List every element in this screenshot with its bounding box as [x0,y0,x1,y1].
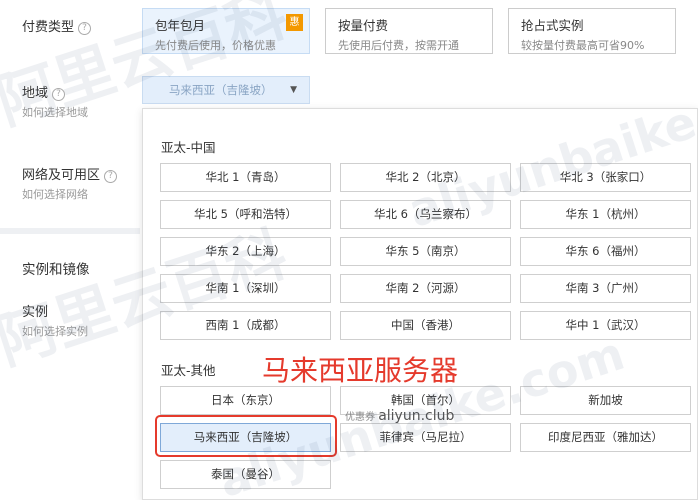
region-option[interactable]: 泰国（曼谷） [160,460,331,489]
promo-watermark: 优惠券 aliyun.club [345,408,454,424]
form-panel-bottom: 实例和镜像 实例 如何选择实例 [0,234,140,500]
discount-badge: 惠 [286,14,303,31]
region-option[interactable]: 华东 6（福州） [520,237,691,266]
region-option[interactable]: 华北 6（乌兰察布） [340,200,511,229]
region-option[interactable]: 华东 1（杭州） [520,200,691,229]
region-select-value: 马来西亚（吉隆坡） [169,83,273,97]
region-option[interactable]: 华北 1（青岛） [160,163,331,192]
promo-site: aliyun.club [378,408,455,424]
region-option[interactable]: 华南 3（广州） [520,274,691,303]
billing-option-desc: 先使用后付费，按需开通 [338,39,459,52]
region-option[interactable]: 华北 5（呼和浩特） [160,200,331,229]
region-option[interactable]: 华南 2（河源） [340,274,511,303]
help-icon[interactable]: ? [78,22,92,35]
group-title-china: 亚太-中国 [161,140,216,155]
help-icon[interactable]: ? [52,88,66,101]
region-option[interactable]: 华北 2（北京） [340,163,511,192]
region-option[interactable]: 印度尼西亚（雅加达） [520,423,691,452]
billing-option-preemptible[interactable]: 抢占式实例 较按量付费最高可省90% [508,8,676,54]
region-option[interactable]: 华中 1（武汉） [520,311,691,340]
region-option[interactable]: 华东 2（上海） [160,237,331,266]
region-select[interactable]: 马来西亚（吉隆坡） ▼ [142,76,310,104]
network-help-link[interactable]: 如何选择网络 [22,186,88,202]
region-option[interactable]: 华东 5（南京） [340,237,511,266]
region-option[interactable]: 日本（东京） [160,386,331,415]
group-title-other: 亚太-其他 [161,363,216,378]
billing-option-subscription[interactable]: 包年包月 先付费后使用，价格优惠 惠 [142,8,310,54]
selected-region-highlight [155,415,337,457]
region-option[interactable]: 西南 1（成都） [160,311,331,340]
region-label: 地域? [22,82,66,101]
caret-down-icon: ▼ [290,85,297,95]
region-help-link[interactable]: 如何选择地域 [22,104,88,120]
network-label: 网络及可用区? [22,164,118,183]
annotation-text: 马来西亚服务器 [262,354,459,387]
region-option[interactable]: 菲律宾（马尼拉） [340,423,511,452]
region-option[interactable]: 新加坡 [520,386,691,415]
region-option[interactable]: 华北 3（张家口） [520,163,691,192]
billing-option-title: 按量付费 [338,18,389,33]
form-panel-top: 付费类型? 地域? 如何选择地域 网络及可用区? 如何选择网络 [0,0,140,228]
billing-option-desc: 较按量付费最高可省90% [521,39,645,52]
billing-type-label: 付费类型? [22,16,92,35]
instance-label: 实例 [22,305,49,320]
region-option[interactable]: 中国（香港） [340,311,511,340]
region-option[interactable]: 华南 1（深圳） [160,274,331,303]
help-icon[interactable]: ? [104,170,118,183]
instance-section-title: 实例和镜像 [22,262,90,278]
billing-option-pay-as-you-go[interactable]: 按量付费 先使用后付费，按需开通 [325,8,493,54]
instance-help-link[interactable]: 如何选择实例 [22,323,88,339]
promo-prefix: 优惠券 [345,412,375,423]
billing-option-title: 抢占式实例 [521,18,584,33]
billing-option-desc: 先付费后使用，价格优惠 [155,39,276,52]
